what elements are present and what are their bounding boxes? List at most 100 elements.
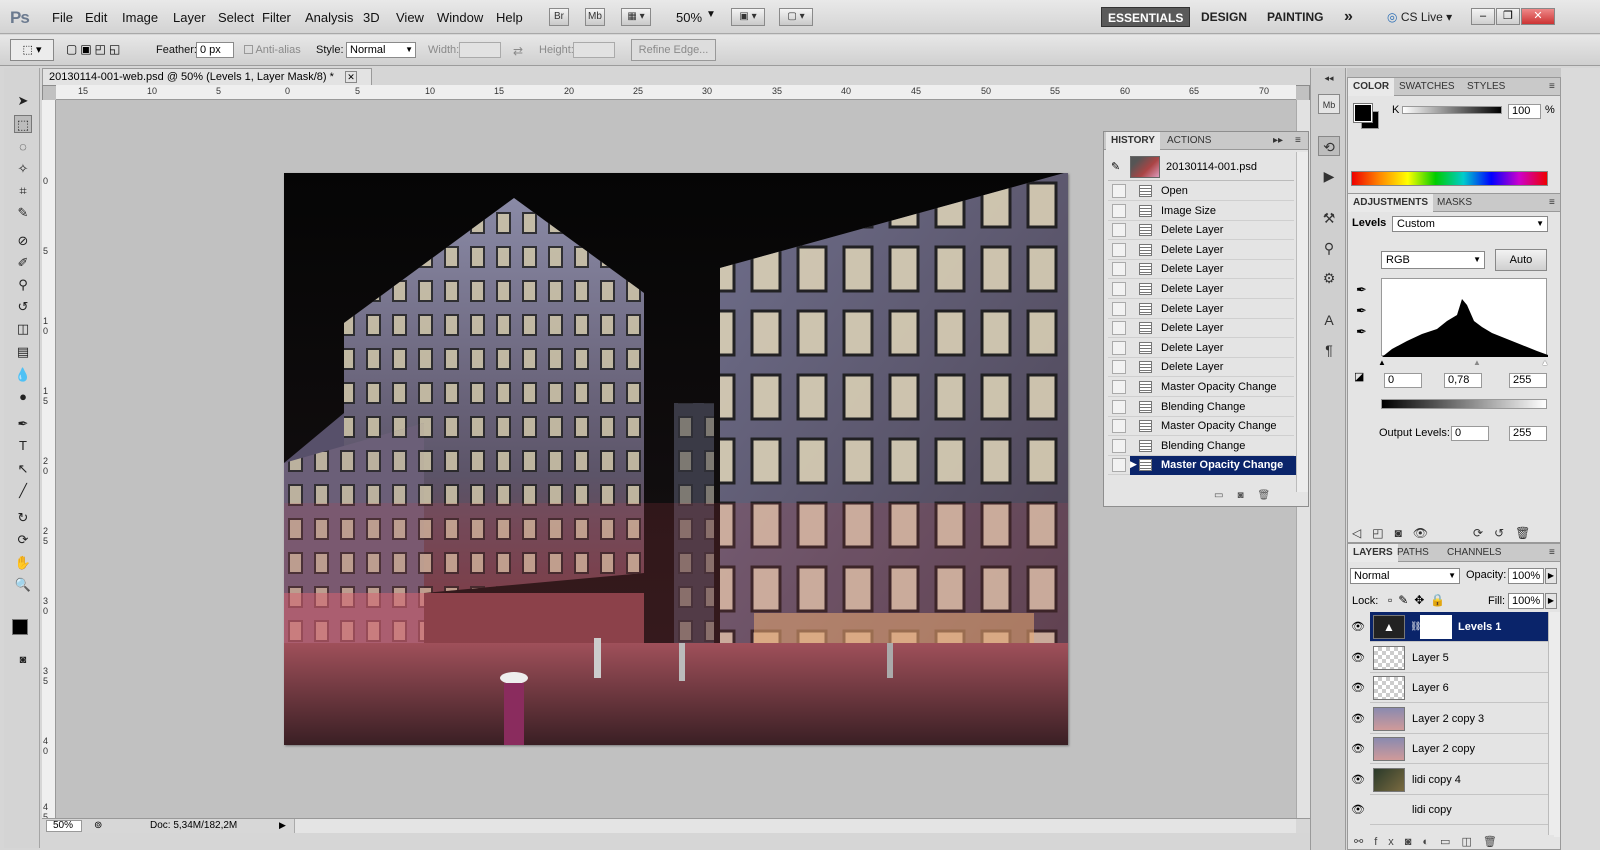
white-eyedropper-icon[interactable]: ✒: [1356, 324, 1367, 340]
k-slider[interactable]: [1402, 106, 1502, 114]
history-item[interactable]: Delete Layer: [1108, 241, 1294, 260]
layer-row[interactable]: Layer 5: [1370, 643, 1551, 673]
layer-row[interactable]: Layer 2 copy: [1370, 734, 1551, 764]
layer-thumbnail[interactable]: [1373, 737, 1405, 761]
workspace-painting[interactable]: PAINTING: [1261, 7, 1329, 27]
input-slider[interactable]: ▲ ▲ ▲: [1378, 358, 1549, 367]
history-item[interactable]: Delete Layer: [1108, 339, 1294, 358]
channel-select[interactable]: RGB ▼: [1381, 251, 1485, 269]
restore-button[interactable]: ❐: [1496, 8, 1520, 25]
layer-visibility-eye-icon[interactable]: 👁: [1351, 803, 1365, 816]
history-item[interactable]: Delete Layer: [1108, 300, 1294, 319]
lasso-tool-icon[interactable]: ◌: [14, 138, 32, 156]
foreground-color-swatch[interactable]: [12, 619, 28, 635]
panel-collapse-icon[interactable]: ▸▸: [1268, 132, 1288, 150]
history-source-checkbox[interactable]: [1112, 380, 1126, 394]
history-source-checkbox[interactable]: [1112, 419, 1126, 434]
collapse-dock-icon[interactable]: ◂◂: [1318, 68, 1340, 88]
history-source-checkbox[interactable]: [1112, 340, 1126, 355]
minibridge-button[interactable]: Mb: [585, 8, 605, 26]
tab-layers[interactable]: LAYERS: [1348, 544, 1398, 562]
more-workspaces-button[interactable]: »: [1338, 7, 1359, 27]
menu-3d[interactable]: 3D: [363, 10, 380, 25]
tool-preset-picker[interactable]: ⬚ ▾: [10, 39, 54, 61]
history-source-checkbox[interactable]: [1112, 262, 1126, 277]
menu-filter[interactable]: Filter: [262, 10, 291, 25]
marquee-tool-icon[interactable]: ⬚: [14, 115, 32, 133]
type-tool-icon[interactable]: T: [14, 437, 32, 455]
history-state-slider-icon[interactable]: ▶: [1130, 459, 1137, 470]
zoom-level-select[interactable]: 50%: [676, 10, 702, 25]
history-item[interactable]: Master Opacity Change: [1108, 417, 1294, 437]
menu-analysis[interactable]: Analysis: [305, 10, 353, 25]
chevron-down-icon[interactable]: ▼: [706, 9, 716, 20]
output-black-field[interactable]: 0: [1451, 426, 1489, 441]
paragraph-panel-icon[interactable]: ¶: [1318, 340, 1340, 360]
history-item[interactable]: Blending Change: [1108, 437, 1294, 456]
eraser-tool-icon[interactable]: ◫: [14, 320, 32, 338]
k-value-input[interactable]: 100: [1508, 104, 1541, 119]
screen-mode-button[interactable]: ▢ ▾: [779, 8, 813, 26]
history-item[interactable]: ▶ Master Opacity Change: [1108, 456, 1296, 476]
layer-visibility-eye-icon[interactable]: 👁: [1351, 651, 1365, 664]
opacity-input[interactable]: 100%: [1508, 568, 1544, 584]
blur-tool-icon[interactable]: 💧: [14, 366, 32, 384]
arrange-documents-button[interactable]: ▣ ▾: [731, 8, 765, 26]
style-select[interactable]: Normal ▼: [346, 42, 416, 58]
crop-tool-icon[interactable]: ⌗: [14, 182, 32, 200]
history-source-checkbox[interactable]: [1112, 203, 1126, 218]
history-source-checkbox[interactable]: [1112, 301, 1126, 316]
close-window-button[interactable]: ✕: [1521, 8, 1555, 25]
pen-tool-icon[interactable]: ✒: [14, 415, 32, 433]
clone-stamp-tool-icon[interactable]: ⚲: [14, 276, 32, 294]
status-menu-arrow-icon[interactable]: ▶: [279, 820, 286, 831]
tab-paths[interactable]: PATHS: [1392, 544, 1434, 562]
history-item[interactable]: Delete Layer: [1108, 260, 1294, 280]
tab-styles[interactable]: STYLES: [1462, 78, 1510, 96]
menu-layer[interactable]: Layer: [173, 10, 206, 25]
actions-panel-icon[interactable]: ▶: [1318, 166, 1340, 186]
history-source-checkbox[interactable]: [1112, 458, 1126, 473]
gradient-tool-icon[interactable]: ▤: [14, 343, 32, 361]
input-white-field[interactable]: 255: [1509, 373, 1547, 388]
opacity-slider-icon[interactable]: ▶: [1545, 568, 1557, 584]
eyedropper-tool-icon[interactable]: ✎: [14, 204, 32, 222]
layer-visibility-eye-icon[interactable]: 👁: [1351, 742, 1365, 755]
history-item[interactable]: Delete Layer: [1108, 358, 1294, 378]
menu-select[interactable]: Select: [218, 10, 254, 25]
layer-row[interactable]: ▲ ⛓ Levels 1: [1370, 612, 1551, 642]
history-scrollbar[interactable]: [1296, 152, 1308, 492]
character-panel-icon[interactable]: A: [1318, 310, 1340, 330]
history-source-checkbox[interactable]: [1112, 242, 1126, 257]
tab-color[interactable]: COLOR: [1348, 78, 1395, 96]
layer-visibility-eye-icon[interactable]: 👁: [1351, 773, 1365, 786]
hand-tool-icon[interactable]: ✋: [14, 554, 32, 572]
minimize-button[interactable]: –: [1471, 8, 1495, 25]
menu-edit[interactable]: Edit: [85, 10, 107, 25]
layer-thumbnail[interactable]: ▲: [1373, 615, 1405, 639]
history-item[interactable]: Image Size: [1108, 202, 1294, 221]
layer-thumbnail[interactable]: [1373, 676, 1405, 700]
input-black-field[interactable]: 0: [1384, 373, 1422, 388]
fill-input[interactable]: 100%: [1508, 593, 1544, 609]
document-canvas[interactable]: [284, 173, 1068, 745]
panel-menu-icon[interactable]: ≡: [1544, 194, 1560, 212]
layer-thumbnail[interactable]: [1373, 767, 1405, 792]
move-tool-icon[interactable]: ➤: [14, 92, 32, 110]
swap-icon[interactable]: ⇄: [513, 44, 523, 58]
close-tab-icon[interactable]: ✕: [345, 71, 357, 83]
tab-actions[interactable]: ACTIONS: [1162, 132, 1216, 150]
history-source-checkbox[interactable]: [1112, 184, 1126, 198]
refine-edge-button[interactable]: Refine Edge...: [631, 39, 716, 61]
tab-swatches[interactable]: SWATCHES: [1394, 78, 1460, 96]
history-source-checkbox[interactable]: [1112, 399, 1126, 414]
panel-menu-icon[interactable]: ≡: [1544, 78, 1560, 96]
anti-alias-checkbox[interactable]: Anti-alias: [244, 44, 301, 56]
magic-wand-tool-icon[interactable]: ✧: [14, 160, 32, 178]
gray-eyedropper-icon[interactable]: ✒: [1356, 303, 1367, 319]
clone-source-icon[interactable]: ⚲: [1318, 238, 1340, 258]
layer-row[interactable]: Layer 2 copy 3: [1370, 704, 1551, 734]
history-source-checkbox[interactable]: [1112, 321, 1126, 336]
layer-thumbnail[interactable]: [1373, 645, 1405, 670]
document-horizontal-scrollbar[interactable]: [294, 819, 1296, 833]
